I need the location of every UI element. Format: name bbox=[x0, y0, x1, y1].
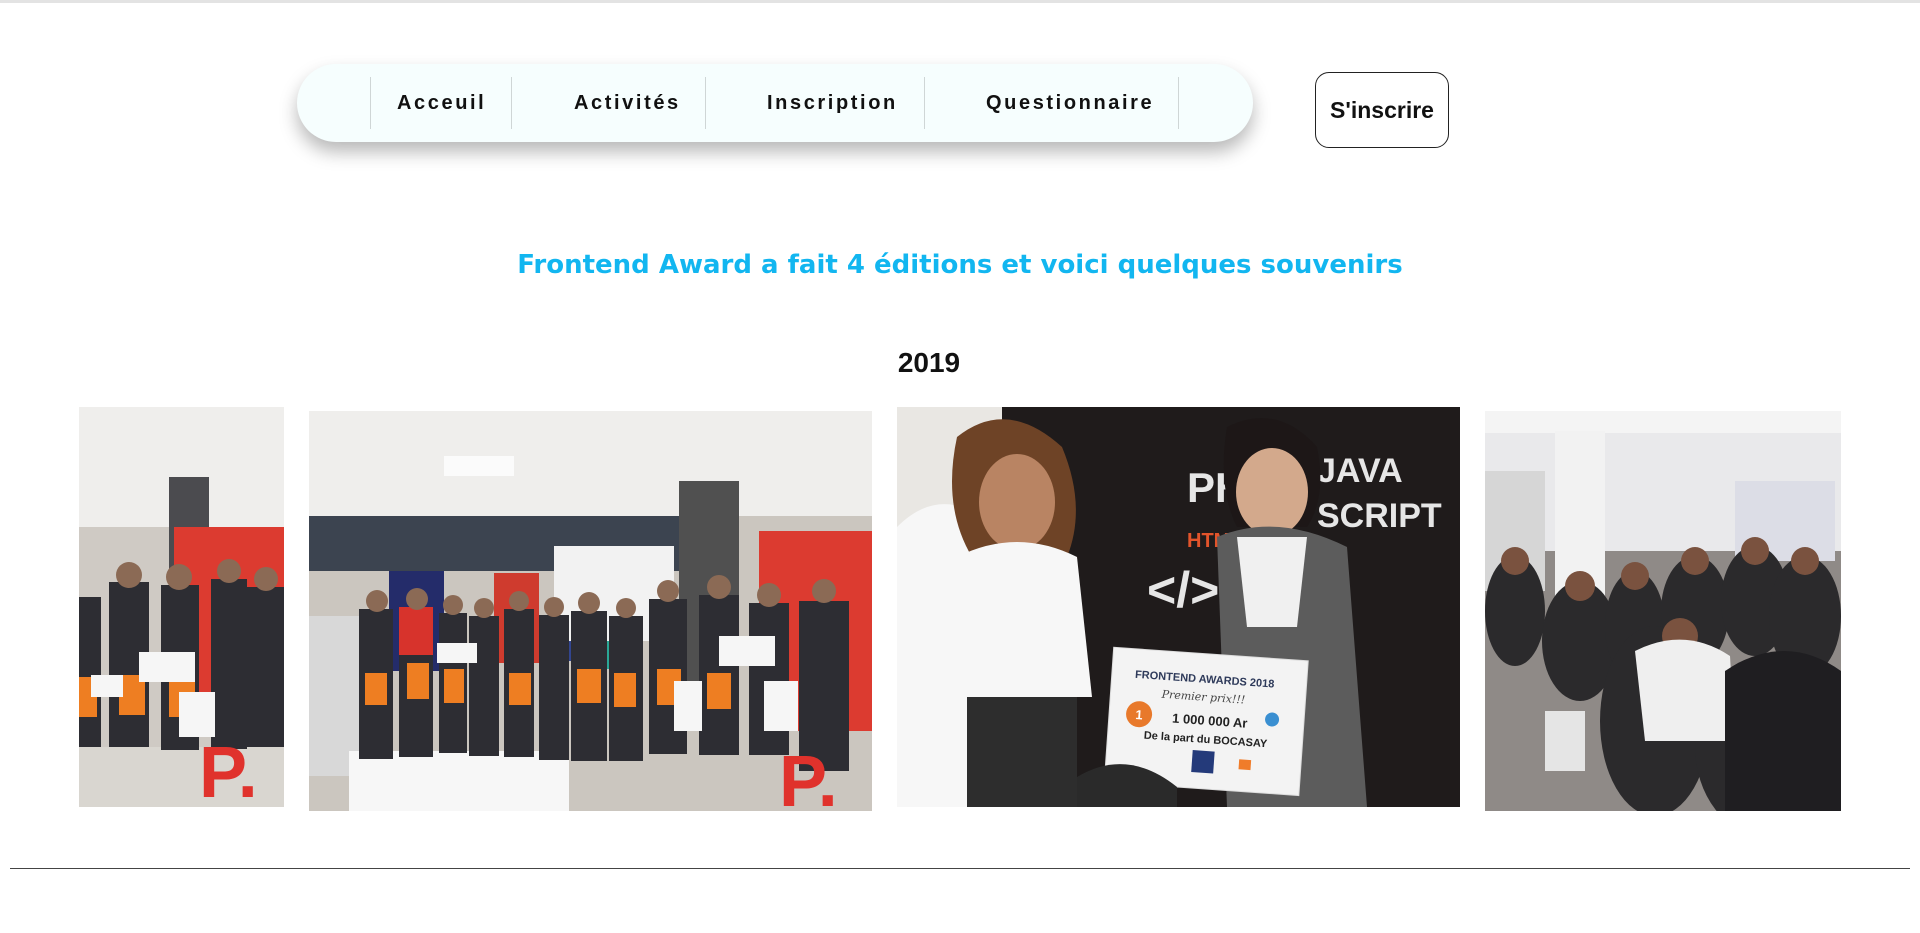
gallery-photo-2[interactable]: P. bbox=[309, 411, 872, 811]
nav-link-activites[interactable]: Activités bbox=[574, 64, 681, 142]
nav-link-inscription[interactable]: Inscription bbox=[767, 64, 898, 142]
svg-text:SCRIPT: SCRIPT bbox=[1317, 497, 1442, 535]
nav-separator bbox=[924, 77, 925, 129]
signup-button[interactable]: S'inscrire bbox=[1315, 72, 1449, 148]
nav-link-questionnaire[interactable]: Questionnaire bbox=[986, 64, 1154, 142]
award-photo-image: PHP JAVA SCRIPT HTML </> FRONTEND AWARDS… bbox=[897, 407, 1460, 807]
gallery-photo-4[interactable] bbox=[1485, 411, 1841, 811]
svg-text:JAVA: JAVA bbox=[1317, 452, 1403, 490]
bottom-divider bbox=[10, 868, 1910, 869]
group-photo-cropped-image: P. bbox=[79, 407, 284, 807]
top-divider bbox=[0, 0, 1920, 3]
certificate-rank: 1 bbox=[1135, 707, 1143, 722]
nav-separator bbox=[511, 77, 512, 129]
svg-text:P.: P. bbox=[199, 733, 258, 807]
audience-photo-image bbox=[1485, 411, 1841, 811]
group-photo-image: P. bbox=[309, 411, 872, 811]
main-navigation: Acceuil Activités Inscription Questionna… bbox=[297, 64, 1253, 142]
gallery-photo-3[interactable]: PHP JAVA SCRIPT HTML </> FRONTEND AWARDS… bbox=[897, 407, 1460, 807]
nav-separator bbox=[705, 77, 706, 129]
nav-separator bbox=[1178, 77, 1179, 129]
year-heading: 2019 bbox=[897, 347, 961, 378]
svg-text:P.: P. bbox=[779, 742, 838, 811]
nav-link-acceuil[interactable]: Acceuil bbox=[397, 64, 486, 142]
page-headline: Frontend Award a fait 4 éditions et voic… bbox=[517, 250, 1403, 280]
gallery-photo-1[interactable]: P. bbox=[79, 407, 284, 807]
svg-text:</>: </> bbox=[1147, 562, 1219, 618]
nav-separator bbox=[370, 77, 371, 129]
